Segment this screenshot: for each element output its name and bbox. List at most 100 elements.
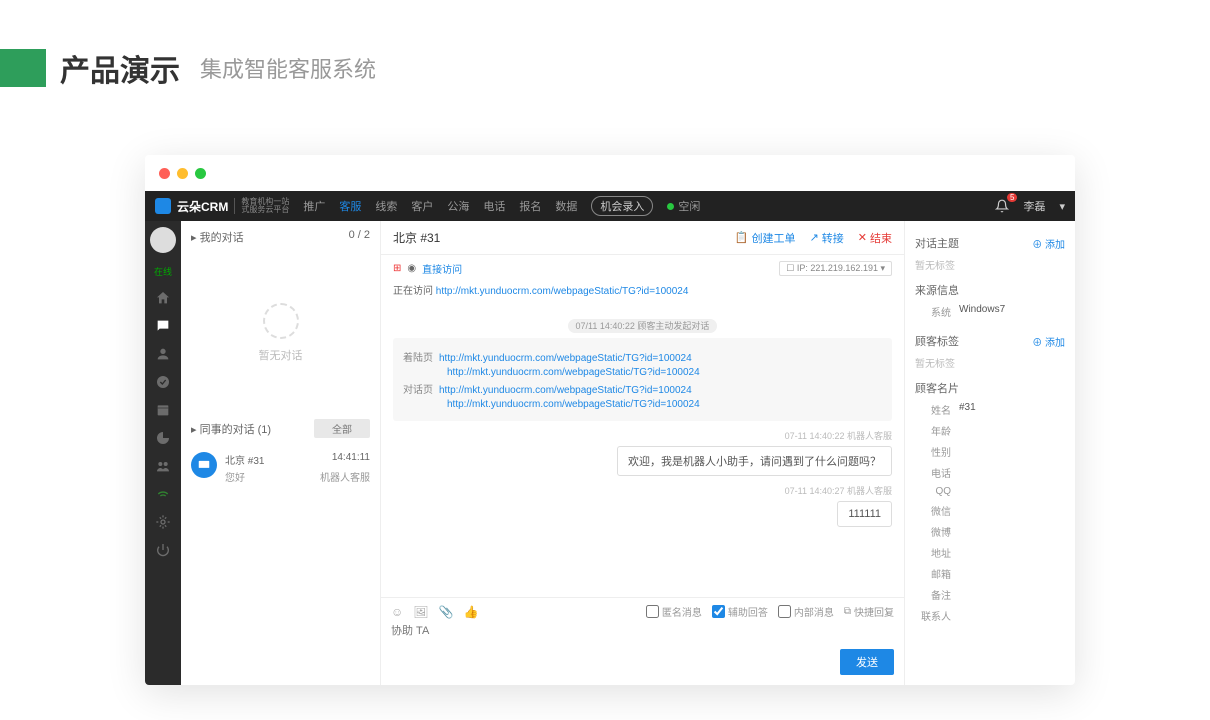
app-window: 云朵CRM 教育机构一站式服务云平台 推广 客服 线索 客户 公海 电话 报名 …	[145, 155, 1075, 685]
field-age[interactable]: 年龄	[915, 423, 951, 438]
topic-header: 对话主题	[915, 235, 959, 251]
window-controls	[145, 155, 1075, 191]
transfer-button[interactable]: ↗ 转接	[810, 230, 844, 246]
title-main: 产品演示	[60, 46, 180, 90]
message-input[interactable]	[391, 625, 894, 637]
dialog-link[interactable]: http://mkt.yunduocrm.com/webpageStatic/T…	[447, 399, 700, 410]
internal-checkbox[interactable]: 内部消息	[778, 604, 834, 619]
field-qq[interactable]: QQ	[915, 486, 951, 497]
emoji-icon[interactable]: ☺	[391, 605, 403, 619]
chat-agent: 机器人客服	[320, 469, 370, 484]
quick-reply-button[interactable]: ⧉ 快捷回复	[844, 604, 894, 619]
details-sidebar: 对话主题⊕ 添加 暂无标签 来源信息 系统Windows7 顾客标签⊕ 添加 暂…	[905, 221, 1075, 685]
chat-preview: 您好	[225, 469, 245, 484]
field-email[interactable]: 邮箱	[915, 566, 951, 581]
nav-signup[interactable]: 报名	[519, 198, 541, 214]
end-button[interactable]: ✕ 结束	[858, 230, 892, 246]
gear-icon[interactable]	[155, 514, 171, 530]
close-dot[interactable]	[159, 168, 170, 179]
logo-icon	[155, 198, 171, 214]
check-icon[interactable]	[155, 374, 171, 390]
landing-link[interactable]: http://mkt.yunduocrm.com/webpageStatic/T…	[439, 353, 692, 364]
home-icon[interactable]	[155, 290, 171, 306]
field-gender[interactable]: 性别	[915, 444, 951, 459]
thumbs-icon[interactable]: 👍	[463, 605, 478, 619]
nav-service[interactable]: 客服	[339, 198, 361, 214]
piechart-icon[interactable]	[155, 430, 171, 446]
attach-icon[interactable]: 📎	[439, 605, 454, 619]
card-header: 顾客名片	[915, 380, 1065, 396]
field-contact[interactable]: 联系人	[915, 608, 951, 623]
brand-name: 云朵CRM	[177, 198, 228, 215]
wifi-icon[interactable]	[155, 486, 171, 502]
calendar-icon[interactable]	[155, 402, 171, 418]
source-header: 来源信息	[915, 282, 1065, 298]
cust-tag-header: 顾客标签	[915, 333, 959, 349]
notification-badge: 5	[1007, 193, 1017, 202]
no-tag: 暂无标签	[915, 257, 1065, 272]
left-rail: 在线	[145, 221, 181, 685]
landing-link[interactable]: http://mkt.yunduocrm.com/webpageStatic/T…	[447, 367, 700, 378]
my-chats-count: 0 / 2	[349, 229, 370, 245]
image-icon[interactable]: 🖼	[413, 605, 428, 619]
peer-chats-header[interactable]: ▸ 同事的对话 (1)	[191, 421, 271, 437]
field-wechat[interactable]: 微信	[915, 503, 951, 518]
group-icon[interactable]	[155, 458, 171, 474]
brand-sub: 教育机构一站式服务云平台	[234, 198, 289, 214]
field-remark[interactable]: 备注	[915, 587, 951, 602]
cust-name: #31	[959, 402, 976, 417]
nav-leads[interactable]: 线索	[375, 198, 397, 214]
nav-data[interactable]: 数据	[555, 198, 577, 214]
minimize-dot[interactable]	[177, 168, 188, 179]
anon-checkbox[interactable]: 匿名消息	[646, 604, 702, 619]
assist-checkbox[interactable]: 辅助回答	[712, 604, 768, 619]
ip-box: ☐ IP: 221.219.162.191 ▾	[779, 261, 892, 276]
maximize-dot[interactable]	[195, 168, 206, 179]
add-topic-link[interactable]: ⊕ 添加	[1032, 236, 1065, 251]
slide-title: 产品演示 集成智能客服系统	[0, 46, 376, 90]
chat-time: 14:41:11	[332, 452, 370, 467]
avatar[interactable]	[150, 227, 176, 253]
send-button[interactable]: 发送	[840, 649, 894, 675]
rail-status: 在线	[154, 265, 172, 278]
chat-item[interactable]: 北京 #31 14:41:11 您好 机器人客服	[181, 444, 380, 492]
power-icon[interactable]	[155, 542, 171, 558]
no-tag: 暂无标签	[915, 355, 1065, 370]
add-tag-link[interactable]: ⊕ 添加	[1032, 334, 1065, 349]
system-event: 07/11 14:40:22 顾客主动发起对话	[568, 319, 718, 333]
chat-avatar-icon	[191, 452, 217, 478]
my-chats-header[interactable]: ▸ 我的对话	[191, 229, 244, 245]
title-sub: 集成智能客服系统	[200, 52, 376, 84]
chevron-down-icon[interactable]: ▾	[1059, 200, 1065, 213]
dialog-link[interactable]: http://mkt.yunduocrm.com/webpageStatic/T…	[439, 385, 692, 396]
conv-title: 北京 #31	[393, 229, 440, 246]
field-weibo[interactable]: 微博	[915, 524, 951, 539]
create-ticket-button[interactable]: 📋 创建工单	[735, 230, 796, 246]
all-button[interactable]: 全部	[314, 419, 370, 438]
field-addr[interactable]: 地址	[915, 545, 951, 560]
empty-icon	[263, 303, 299, 339]
nav-customers[interactable]: 客户	[411, 198, 433, 214]
nav-phone[interactable]: 电话	[483, 198, 505, 214]
chat-icon[interactable]	[155, 318, 171, 334]
empty-state: 暂无对话	[181, 253, 380, 413]
visiting-link[interactable]: http://mkt.yunduocrm.com/webpageStatic/T…	[436, 286, 689, 297]
nav-promo[interactable]: 推广	[303, 198, 325, 214]
msg-time: 07-11 14:40:27 机器人客服	[393, 484, 892, 497]
person-icon[interactable]	[155, 346, 171, 362]
chat-list-column: ▸ 我的对话 0 / 2 暂无对话 ▸ 同事的对话 (1) 全部 北京	[181, 221, 381, 685]
msg-bubble: 欢迎，我是机器人小助手，请问遇到了什么问题吗？	[617, 446, 892, 476]
compose-area: ☺ 🖼 📎 👍 匿名消息 辅助回答 内部消息 ⧉ 快捷回复 发送	[381, 597, 904, 685]
user-name[interactable]: 李磊	[1023, 198, 1045, 214]
brand-logo[interactable]: 云朵CRM 教育机构一站式服务云平台	[155, 198, 289, 215]
empty-text: 暂无对话	[259, 347, 303, 363]
field-phone[interactable]: 电话	[915, 465, 951, 480]
msg-time: 07-11 14:40:22 机器人客服	[393, 429, 892, 442]
bell-icon[interactable]: 5	[995, 199, 1009, 213]
nav-pool[interactable]: 公海	[447, 198, 469, 214]
visit-type: 直接访问	[422, 261, 462, 276]
chat-title: 北京 #31	[225, 452, 264, 467]
top-nav: 云朵CRM 教育机构一站式服务云平台 推广 客服 线索 客户 公海 电话 报名 …	[145, 191, 1075, 221]
windows-icon: ⊞	[393, 263, 401, 274]
record-button[interactable]: 机会录入	[591, 196, 653, 216]
